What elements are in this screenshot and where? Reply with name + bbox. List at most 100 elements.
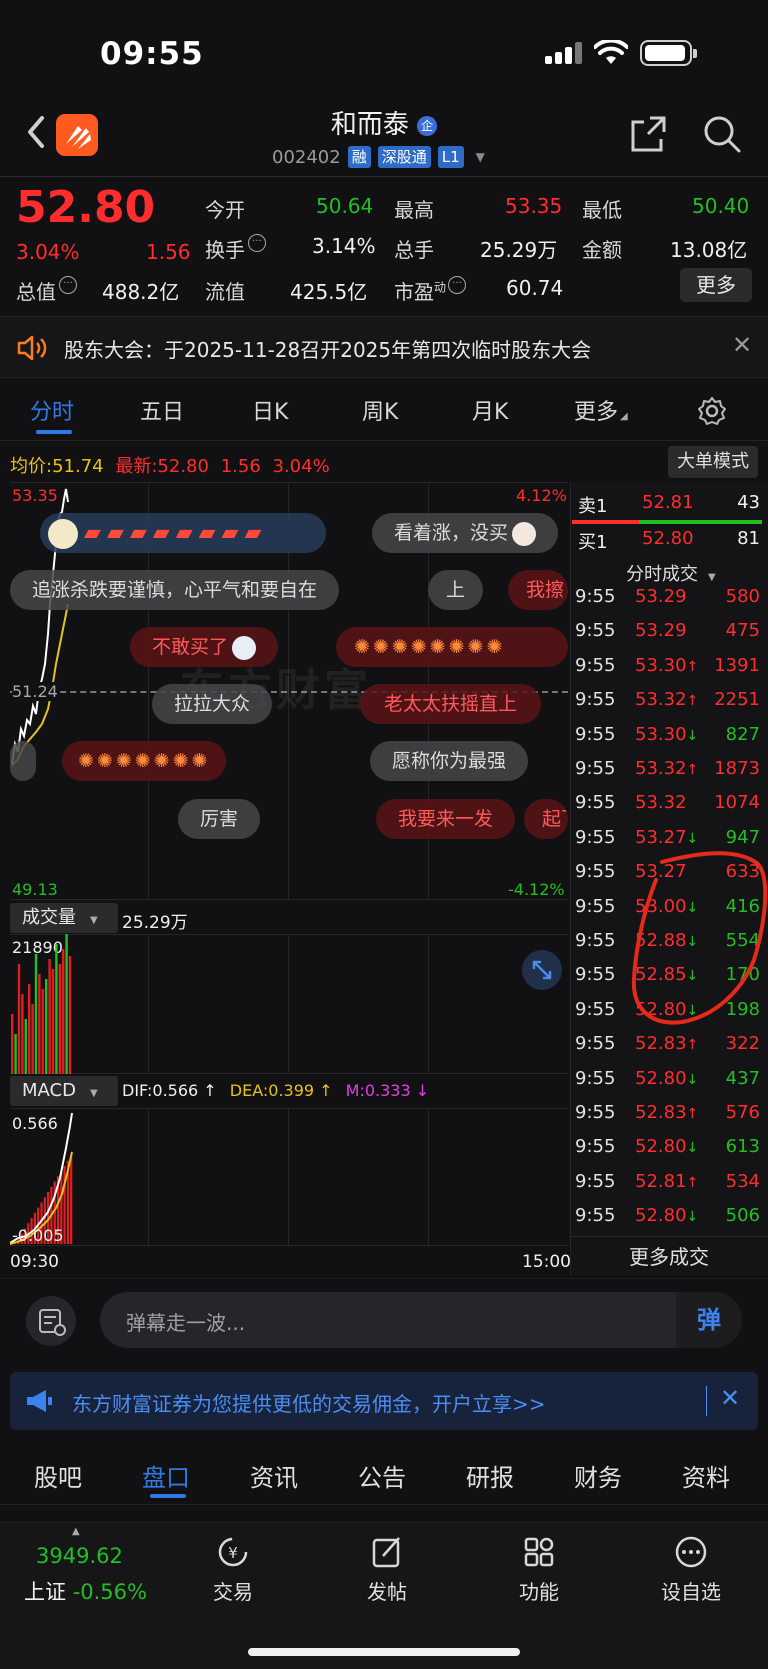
tab-finance[interactable]: 财务 xyxy=(574,1458,622,1493)
dock-post[interactable]: 发帖 xyxy=(342,1532,432,1605)
avg-value: 51.74 xyxy=(52,456,104,477)
tab-more[interactable]: 更多 ◢ xyxy=(574,394,628,426)
volume-value: 25.29万 xyxy=(480,238,558,262)
ad-banner[interactable]: 东方财富证券为您提供更低的交易佣金，开户立享>> ✕ xyxy=(10,1372,758,1430)
tab-weekly-k[interactable]: 周K xyxy=(362,394,398,426)
comment-placeholder: 弹幕走一波... xyxy=(126,1311,246,1335)
tab-research[interactable]: 研报 xyxy=(466,1458,514,1493)
info-icon[interactable]: ··· xyxy=(59,276,77,294)
danmu-comment-10[interactable]: 我要来一发 xyxy=(376,799,516,839)
danmu-settings-icon[interactable] xyxy=(26,1296,76,1346)
more-button[interactable]: 更多 xyxy=(680,268,752,302)
trade-row: 9:55 53.32 1074 xyxy=(575,792,760,826)
dock-trade[interactable]: ¥ 交易 xyxy=(188,1532,278,1605)
open-label: 今开 xyxy=(205,198,245,222)
trade-row: 9:55 53.30↑ 1391 xyxy=(575,655,760,689)
red-flag-icons: ▰▰▰▰▰▰▰▰ xyxy=(84,520,268,546)
latest-pct: 3.04% xyxy=(272,456,330,477)
trade-time: 9:55 xyxy=(575,1033,616,1055)
tab-profile[interactable]: 资料 xyxy=(682,1458,730,1493)
macd-dea: DEA:0.399 ↑ xyxy=(229,1081,333,1100)
settings-icon[interactable] xyxy=(697,396,727,426)
tab-monthly-k[interactable]: 月K xyxy=(472,394,508,426)
danmu-comment-3[interactable]: 上 xyxy=(428,570,484,610)
close-icon[interactable]: ✕ xyxy=(720,1384,740,1412)
dock-trade-label: 交易 xyxy=(213,1580,253,1604)
status-time: 09:55 xyxy=(100,36,204,72)
trade-time: 9:55 xyxy=(575,998,616,1020)
volume-bar xyxy=(55,944,58,1074)
index-line[interactable]: 上证 -0.56% xyxy=(24,1576,147,1606)
notice-bar[interactable]: 股东大会：于2025-11-28召开2025年第四次临时股东大会 ✕ xyxy=(0,316,768,378)
buy1-vol: 81 xyxy=(737,528,760,549)
trade-time: 9:55 xyxy=(575,1067,616,1089)
trade-row: 9:55 52.80↓ 506 xyxy=(575,1205,760,1239)
trade-price: 52.80↓ xyxy=(635,1067,699,1089)
volume-bar xyxy=(68,956,72,1074)
svg-text:¥: ¥ xyxy=(228,1544,238,1562)
volume-selector[interactable]: 成交量 ▼ xyxy=(10,903,118,933)
danmu-send-button[interactable]: 弹 xyxy=(676,1292,742,1348)
trades-title[interactable]: 分时成交 ▼ xyxy=(626,560,716,586)
tab-five-day[interactable]: 五日 xyxy=(140,394,184,426)
corner-caret-icon: ◢ xyxy=(620,411,628,422)
big-order-mode-button[interactable]: 大单模式 xyxy=(668,446,758,478)
macd-dif: DIF:0.566 ↑ xyxy=(122,1081,217,1100)
dock-add-watchlist[interactable]: 设自选 xyxy=(646,1532,736,1605)
tab-news[interactable]: 资讯 xyxy=(250,1458,298,1493)
danmu-edge[interactable] xyxy=(10,741,36,781)
danmu-bubble-rocket[interactable]: ▰▰▰▰▰▰▰▰ xyxy=(40,513,326,553)
trade-row: 9:55 52.80↓ 437 xyxy=(575,1068,760,1102)
danmu-comment-4[interactable]: 我擦 xyxy=(508,570,568,610)
trade-time: 9:55 xyxy=(575,895,616,917)
tab-guba[interactable]: 股吧 xyxy=(34,1458,82,1493)
danmu-comment-6[interactable]: 拉拉大众 xyxy=(152,684,273,724)
trade-price: 53.32↑ xyxy=(635,689,699,711)
danmu-comment-1[interactable]: 看着涨，没买 xyxy=(372,513,559,553)
trade-direction-arrow: ↑ xyxy=(686,1106,699,1122)
grid-icon xyxy=(524,1537,554,1567)
tab-pankou-indicator xyxy=(150,1494,186,1498)
danmu-comment-9[interactable]: 厉害 xyxy=(178,799,261,839)
danmu-comment-5[interactable]: 不敢买了 xyxy=(130,627,279,667)
more-trades-button[interactable]: 更多成交 xyxy=(570,1236,768,1276)
expand-icon[interactable] xyxy=(522,950,562,990)
macd-selector[interactable]: MACD ▼ xyxy=(10,1076,118,1106)
change-pct: 3.04% xyxy=(16,240,80,264)
search-icon[interactable] xyxy=(702,114,742,154)
trade-time: 9:55 xyxy=(575,930,616,951)
close-icon[interactable]: ✕ xyxy=(732,331,752,359)
tab-announcements[interactable]: 公告 xyxy=(358,1458,406,1493)
index-value[interactable]: 3949.62 xyxy=(36,1544,123,1568)
code-line[interactable]: 002402 融 深股通 L1 ▼ xyxy=(272,146,485,168)
tab-daily-k[interactable]: 日K xyxy=(252,394,288,426)
info-icon[interactable]: ··· xyxy=(448,276,467,294)
info-icon[interactable]: ··· xyxy=(248,234,266,252)
volume-bar xyxy=(31,1004,34,1074)
share-icon[interactable] xyxy=(628,114,668,154)
trade-price: 53.32↑ xyxy=(635,758,699,779)
trade-volume: 475 xyxy=(725,620,760,642)
trade-volume: 1391 xyxy=(714,654,760,676)
danmu-comment-2[interactable]: 追涨杀跌要谨慎，心平气和要自在 xyxy=(10,570,340,610)
trade-price: 53.27↓ xyxy=(635,826,699,848)
trade-volume: 322 xyxy=(725,1033,760,1055)
danmu-firecracker-2[interactable]: ✺✺✺✺✺✺✺ xyxy=(62,741,227,781)
trade-time: 9:55 xyxy=(575,826,616,848)
avg-label: 均价: xyxy=(10,456,53,477)
trade-volume: 437 xyxy=(725,1067,760,1089)
dock-functions[interactable]: 功能 xyxy=(494,1532,584,1605)
trade-direction-arrow: ↓ xyxy=(686,727,699,744)
trade-price: 53.30↑ xyxy=(635,654,699,676)
pe-label: 市盈动 ··· xyxy=(394,276,467,305)
danmu-comment-7[interactable]: 老太太扶摇直上 xyxy=(360,684,542,724)
wifi-icon xyxy=(594,40,628,64)
danmu-firecracker-1[interactable]: ✺✺✺✺✺✺✺✺ xyxy=(336,627,568,667)
danmu-comment-11[interactable]: 起飞 xyxy=(524,799,568,839)
danmu-comment-8[interactable]: 愿称你为最强 xyxy=(370,741,529,781)
speaker-icon xyxy=(17,335,47,361)
tab-pankou[interactable]: 盘口 xyxy=(142,1458,190,1493)
macd-chart xyxy=(10,1108,568,1246)
comment-input[interactable]: 弹幕走一波... 弹 xyxy=(100,1292,742,1348)
tab-intraday[interactable]: 分时 xyxy=(30,394,74,426)
